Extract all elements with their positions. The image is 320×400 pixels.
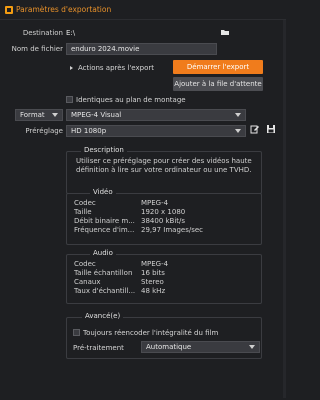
audio-val-codec: MPEG-4 <box>141 260 169 268</box>
video-val-bitrate: 38400 kBit/s <box>141 217 186 225</box>
pretreatment-label: Pré-traitement <box>73 344 124 352</box>
reencode-label: Toujours réencoder l'intégralité du film <box>83 329 219 337</box>
chevron-down-icon <box>52 113 58 117</box>
description-line-2: définition à lire sur votre ordinateur o… <box>76 166 252 174</box>
format-select[interactable]: Format <box>15 109 63 121</box>
description-line-1: Utiliser ce préréglage pour créer des vi… <box>76 157 252 165</box>
video-key-codec: Codec <box>74 199 96 207</box>
edit-icon[interactable] <box>250 124 260 134</box>
scrollbar[interactable] <box>283 20 286 398</box>
format-select-label: Format <box>20 111 45 119</box>
video-val-framerate: 29,97 Images/sec <box>141 226 203 234</box>
audio-val-sample-rate: 48 kHz <box>141 287 166 295</box>
export-panel-icon <box>5 6 13 14</box>
video-val-size: 1920 x 1080 <box>141 208 186 216</box>
identical-checkbox[interactable] <box>66 96 73 103</box>
chevron-down-icon <box>235 113 241 117</box>
video-val-codec: MPEG-4 <box>141 199 169 207</box>
video-key-bitrate: Débit binaire m... <box>74 217 135 225</box>
audio-key-codec: Codec <box>74 260 96 268</box>
destination-value: E:\ <box>66 29 76 37</box>
save-icon[interactable] <box>266 124 276 134</box>
reencode-checkbox[interactable] <box>73 329 80 336</box>
filename-field[interactable]: enduro 2024.movie <box>66 43 217 55</box>
preset-value: HD 1080p <box>71 127 107 135</box>
panel-title: Paramètres d'exportation <box>16 5 112 14</box>
format-value-select[interactable]: MPEG-4 Visual <box>66 109 246 121</box>
destination-label: Destination <box>22 29 63 37</box>
identical-label: Identiques au plan de montage <box>76 96 186 104</box>
add-to-queue-button[interactable]: Ajouter à la file d'attente <box>173 77 263 91</box>
after-export-actions[interactable]: Actions après l'export <box>78 64 154 72</box>
chevron-down-icon <box>249 345 255 349</box>
audio-val-channels: Stereo <box>141 278 164 286</box>
description-title: Description <box>81 146 127 154</box>
advanced-title: Avancé(e) <box>82 312 124 320</box>
folder-icon[interactable] <box>220 27 230 37</box>
pretreatment-value: Automatique <box>146 343 192 351</box>
video-key-framerate: Fréquence d'im... <box>74 226 135 234</box>
filename-label: Nom de fichier <box>11 45 63 53</box>
video-key-size: Taille <box>74 208 92 216</box>
format-value: MPEG-4 Visual <box>71 111 122 119</box>
start-export-button[interactable]: Démarrer l'export <box>173 60 263 74</box>
preset-label: Préréglage <box>25 127 63 135</box>
audio-key-sample-rate: Taux d'échantill... <box>74 287 136 295</box>
expand-triangle-icon[interactable] <box>70 66 73 70</box>
pretreatment-select[interactable]: Automatique <box>141 341 260 353</box>
audio-key-channels: Canaux <box>74 278 101 286</box>
audio-title: Audio <box>90 249 116 257</box>
preset-select[interactable]: HD 1080p <box>66 125 246 137</box>
video-title: Vidéo <box>90 188 116 196</box>
chevron-down-icon <box>235 129 241 133</box>
audio-key-sample-size: Taille échantillon <box>74 269 133 277</box>
audio-val-sample-size: 16 bits <box>141 269 165 277</box>
